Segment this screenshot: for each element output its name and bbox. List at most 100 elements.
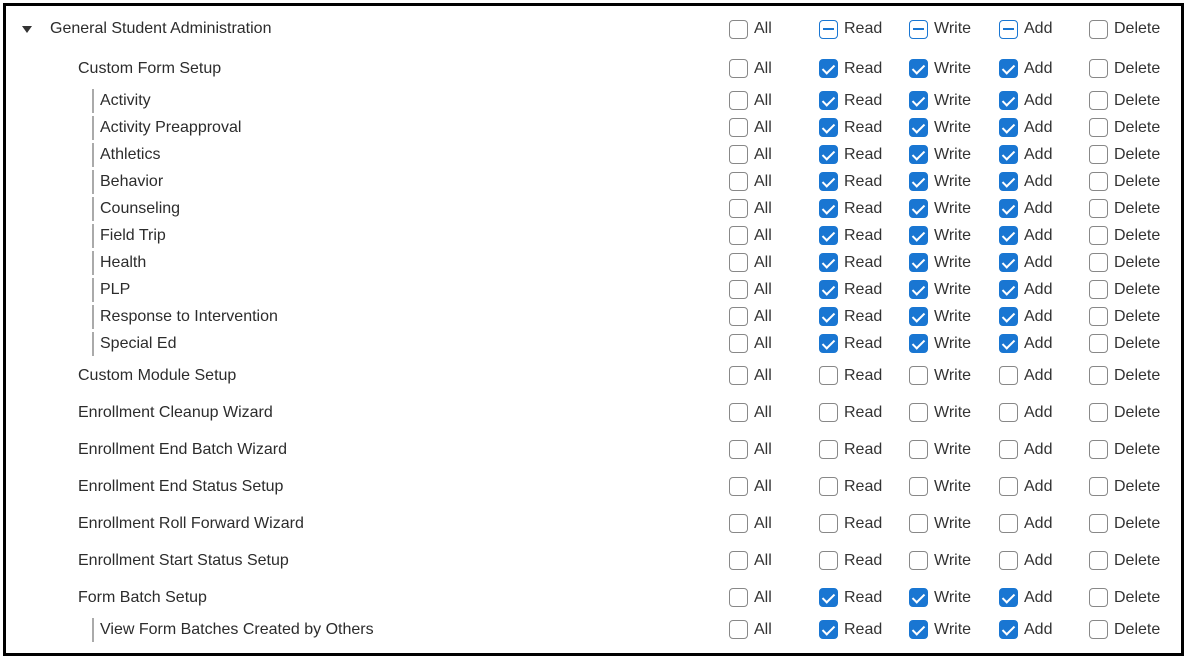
write-checkbox[interactable] (909, 307, 928, 326)
write-checkbox[interactable] (909, 145, 928, 164)
write-checkbox[interactable] (909, 588, 928, 607)
write-checkbox[interactable] (909, 226, 928, 245)
delete-checkbox[interactable] (1089, 334, 1108, 353)
all-checkbox[interactable] (729, 59, 748, 78)
read-checkbox[interactable] (819, 280, 838, 299)
write-checkbox[interactable] (909, 59, 928, 78)
add-checkbox[interactable] (999, 118, 1018, 137)
delete-checkbox[interactable] (1089, 440, 1108, 459)
delete-checkbox[interactable] (1089, 403, 1108, 422)
all-checkbox[interactable] (729, 440, 748, 459)
all-checkbox[interactable] (729, 620, 748, 639)
all-checkbox[interactable] (729, 403, 748, 422)
add-checkbox[interactable] (999, 477, 1018, 496)
delete-checkbox[interactable] (1089, 514, 1108, 533)
read-checkbox[interactable] (819, 588, 838, 607)
delete-checkbox[interactable] (1089, 307, 1108, 326)
all-checkbox[interactable] (729, 477, 748, 496)
read-checkbox[interactable] (819, 477, 838, 496)
add-checkbox[interactable] (999, 514, 1018, 533)
read-checkbox[interactable] (819, 334, 838, 353)
delete-checkbox[interactable] (1089, 91, 1108, 110)
all-checkbox[interactable] (729, 588, 748, 607)
add-checkbox[interactable] (999, 334, 1018, 353)
read-checkbox[interactable] (819, 20, 838, 39)
add-checkbox[interactable] (999, 91, 1018, 110)
write-checkbox[interactable] (909, 403, 928, 422)
delete-checkbox[interactable] (1089, 199, 1108, 218)
delete-checkbox[interactable] (1089, 366, 1108, 385)
add-checkbox[interactable] (999, 280, 1018, 299)
delete-checkbox[interactable] (1089, 172, 1108, 191)
delete-checkbox[interactable] (1089, 477, 1108, 496)
all-checkbox[interactable] (729, 253, 748, 272)
delete-checkbox[interactable] (1089, 226, 1108, 245)
read-checkbox[interactable] (819, 253, 838, 272)
delete-checkbox[interactable] (1089, 20, 1108, 39)
all-checkbox[interactable] (729, 199, 748, 218)
read-checkbox[interactable] (819, 551, 838, 570)
read-checkbox[interactable] (819, 620, 838, 639)
add-checkbox[interactable] (999, 588, 1018, 607)
read-checkbox[interactable] (819, 307, 838, 326)
read-checkbox[interactable] (819, 172, 838, 191)
add-checkbox[interactable] (999, 226, 1018, 245)
write-checkbox[interactable] (909, 551, 928, 570)
all-checkbox[interactable] (729, 91, 748, 110)
delete-checkbox[interactable] (1089, 253, 1108, 272)
expand-caret-icon[interactable] (22, 26, 32, 33)
add-checkbox[interactable] (999, 199, 1018, 218)
read-checkbox[interactable] (819, 440, 838, 459)
add-checkbox[interactable] (999, 366, 1018, 385)
delete-checkbox[interactable] (1089, 280, 1108, 299)
read-checkbox[interactable] (819, 199, 838, 218)
read-checkbox[interactable] (819, 403, 838, 422)
delete-checkbox[interactable] (1089, 620, 1108, 639)
write-checkbox[interactable] (909, 253, 928, 272)
write-checkbox[interactable] (909, 118, 928, 137)
add-checkbox[interactable] (999, 253, 1018, 272)
all-checkbox[interactable] (729, 366, 748, 385)
all-checkbox[interactable] (729, 307, 748, 326)
all-checkbox[interactable] (729, 280, 748, 299)
all-checkbox[interactable] (729, 145, 748, 164)
add-checkbox[interactable] (999, 551, 1018, 570)
read-checkbox[interactable] (819, 145, 838, 164)
add-checkbox[interactable] (999, 620, 1018, 639)
add-checkbox[interactable] (999, 403, 1018, 422)
add-checkbox[interactable] (999, 145, 1018, 164)
add-checkbox[interactable] (999, 20, 1018, 39)
write-checkbox[interactable] (909, 514, 928, 533)
read-checkbox[interactable] (819, 226, 838, 245)
write-checkbox[interactable] (909, 280, 928, 299)
all-checkbox[interactable] (729, 334, 748, 353)
all-checkbox[interactable] (729, 514, 748, 533)
all-checkbox[interactable] (729, 118, 748, 137)
all-checkbox[interactable] (729, 226, 748, 245)
write-checkbox[interactable] (909, 199, 928, 218)
all-checkbox[interactable] (729, 551, 748, 570)
read-checkbox[interactable] (819, 59, 838, 78)
write-checkbox[interactable] (909, 91, 928, 110)
read-checkbox[interactable] (819, 366, 838, 385)
delete-checkbox[interactable] (1089, 145, 1108, 164)
read-checkbox[interactable] (819, 91, 838, 110)
add-checkbox[interactable] (999, 59, 1018, 78)
delete-checkbox[interactable] (1089, 588, 1108, 607)
write-checkbox[interactable] (909, 172, 928, 191)
write-checkbox[interactable] (909, 20, 928, 39)
add-checkbox[interactable] (999, 172, 1018, 191)
write-checkbox[interactable] (909, 477, 928, 496)
all-checkbox[interactable] (729, 20, 748, 39)
delete-checkbox[interactable] (1089, 118, 1108, 137)
add-checkbox[interactable] (999, 440, 1018, 459)
delete-checkbox[interactable] (1089, 59, 1108, 78)
all-checkbox[interactable] (729, 172, 748, 191)
add-checkbox[interactable] (999, 307, 1018, 326)
write-checkbox[interactable] (909, 366, 928, 385)
read-checkbox[interactable] (819, 514, 838, 533)
write-checkbox[interactable] (909, 440, 928, 459)
delete-checkbox[interactable] (1089, 551, 1108, 570)
write-checkbox[interactable] (909, 334, 928, 353)
write-checkbox[interactable] (909, 620, 928, 639)
